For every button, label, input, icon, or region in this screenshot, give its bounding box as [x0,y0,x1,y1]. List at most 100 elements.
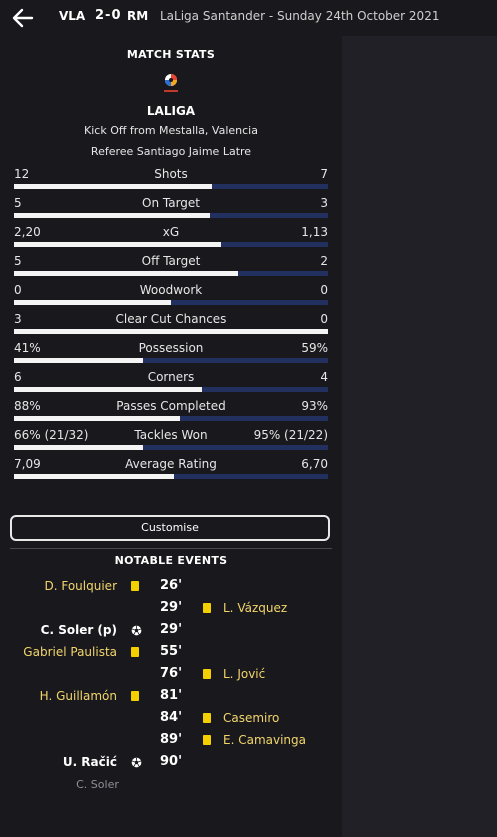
stat-bar [14,300,328,305]
event-row: C. Soler (p) 29' [0,620,342,642]
event-home-icon-wrap [131,757,142,768]
divider [10,548,332,549]
stat-bar [14,213,328,218]
stat-row: 2,20 xG 1,13 [14,223,328,252]
stat-away-value: 3 [320,196,328,210]
stat-label: Corners [147,370,195,384]
stat-away-value: 59% [301,341,328,355]
stat-bar-home-fill [14,416,181,421]
event-home-player[interactable]: D. Foulquier [45,579,118,593]
event-away-icon-wrap [203,735,211,745]
stat-bar-home-fill [14,329,328,334]
away-team-abbr: RM [127,9,149,23]
stat-label: Clear Cut Chances [115,312,227,326]
stat-bar-home-fill [14,445,143,450]
stat-bar [14,184,328,189]
event-minute: 89' [160,732,183,747]
stat-bar-home-fill [14,387,203,392]
event-row: 76' L. Jović [0,664,342,686]
stat-away-value: 6,70 [301,457,328,471]
stat-away-value: 1,13 [301,225,328,239]
event-row: 89' E. Camavinga [0,730,342,752]
stat-bar-home-fill [14,184,212,189]
event-home-icon-wrap [131,647,139,657]
stat-label: Average Rating [125,457,217,471]
kickoff-venue: Kick Off from Mestalla, Valencia [84,124,258,137]
event-home-player[interactable]: Gabriel Paulista [23,645,117,659]
event-minute: 81' [160,688,183,703]
event-row: Gabriel Paulista 55' [0,642,342,664]
match-stats-title: MATCH STATS [126,48,216,61]
ball-icon [131,757,142,768]
stat-bar-home-fill [14,358,143,363]
event-row: D. Foulquier 26' [0,576,342,598]
event-minute: 76' [160,666,183,681]
event-minute: 84' [160,710,183,725]
ball-icon [131,625,142,636]
stat-bar [14,474,328,479]
stat-row: 5 On Target 3 [14,194,328,223]
stat-bar [14,271,328,276]
stat-away-value: 7 [320,167,328,181]
stat-bar [14,242,328,247]
stat-away-value: 0 [320,312,328,326]
stat-label: On Target [142,196,200,210]
event-row: 29' L. Vázquez [0,598,342,620]
event-minute: 90' [160,754,183,769]
stat-bar [14,445,328,450]
stat-label: Woodwork [139,283,203,297]
stat-row: 7,09 Average Rating 6,70 [14,455,328,484]
stat-bar [14,416,328,421]
event-row: H. Guillamón 81' [0,686,342,708]
stat-row: 88% Passes Completed 93% [14,397,328,426]
stat-row: 41% Possession 59% [14,339,328,368]
event-home-player[interactable]: C. Soler (p) [41,623,117,637]
event-away-icon-wrap [203,713,211,723]
referee: Referee Santiago Jaime Latre [90,145,252,158]
event-away-icon-wrap [203,603,211,613]
stat-label: Possession [138,341,204,355]
yellow-card-icon [203,713,211,723]
event-away-player[interactable]: L. Jović [223,667,265,681]
event-away-icon-wrap [203,669,211,679]
stat-row: 66% (21/32) Tackles Won 95% (21/22) [14,426,328,455]
event-minute: 29' [160,622,183,637]
stat-row: 12 Shots 7 [14,165,328,194]
stat-label: Passes Completed [116,399,226,413]
back-arrow-icon[interactable] [12,7,34,29]
stat-label: Shots [154,167,188,181]
event-row: U. Račić 90' [0,752,342,774]
stat-bar [14,329,328,334]
event-minute: 26' [160,578,183,593]
stat-away-value: 4 [320,370,328,384]
event-home-icon-wrap [131,625,142,636]
yellow-card-icon [203,669,211,679]
event-away-player[interactable]: E. Camavinga [223,733,306,747]
customise-button[interactable]: Customise [10,515,330,541]
event-home-player[interactable]: U. Račić [63,755,117,769]
event-away-player[interactable]: L. Vázquez [223,601,287,615]
stat-label: xG [162,225,180,239]
laliga-logo-icon [164,74,178,92]
assist-note: C. Soler [76,778,119,791]
yellow-card-icon [203,735,211,745]
stat-label: Off Target [141,254,201,268]
side-panel [342,36,497,837]
stat-away-value: 2 [320,254,328,268]
score: 2-0 [95,8,122,23]
yellow-card-icon [203,603,211,613]
stat-bar [14,358,328,363]
stat-row: 6 Corners 4 [14,368,328,397]
event-away-player[interactable]: Casemiro [223,711,279,725]
league-name: LALIGA [146,104,196,118]
event-row: 84' Casemiro [0,708,342,730]
stat-bar-home-fill [14,474,175,479]
stat-bar-home-fill [14,213,211,218]
event-home-icon-wrap [131,691,139,701]
event-home-player[interactable]: H. Guillamón [40,689,117,703]
stat-row: 5 Off Target 2 [14,252,328,281]
stat-bar-home-fill [14,271,239,276]
home-team-abbr: VLA [59,9,86,23]
competition-date: LaLiga Santander - Sunday 24th October 2… [160,9,440,23]
stat-row: 3 Clear Cut Chances 0 [14,310,328,339]
